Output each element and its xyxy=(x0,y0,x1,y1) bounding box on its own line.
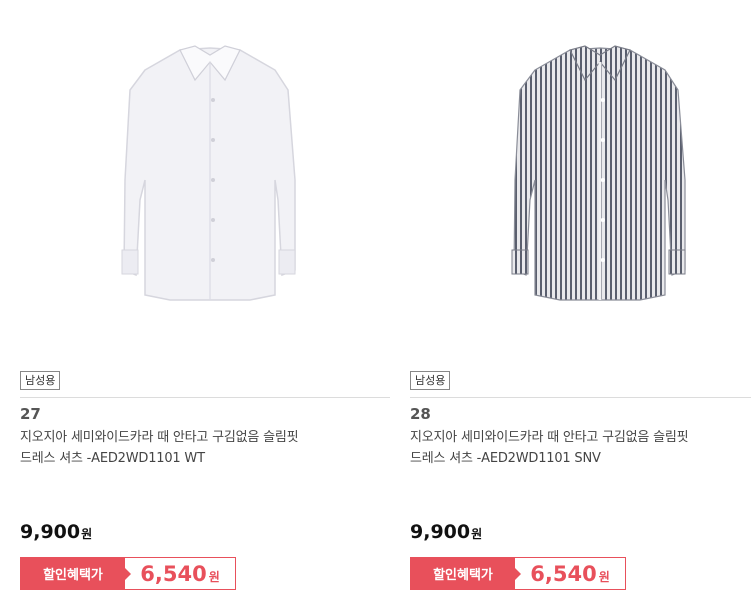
discount-price: 6,540 원 xyxy=(125,562,235,586)
price-unit: 원 xyxy=(81,527,93,541)
product-price: 9,900원 xyxy=(410,521,482,543)
product-title[interactable]: 지오지아 세미와이드카라 때 안타고 구김없음 슬림핏 드레스 셔츠 -AED2… xyxy=(20,427,375,469)
product-title-line2[interactable]: 드레스 셔츠 -AED2WD1101 WT xyxy=(20,448,375,469)
discount-price-unit: 원 xyxy=(598,569,610,584)
product-price: 9,900원 xyxy=(20,521,92,543)
target-tag: 남성용 xyxy=(410,371,451,390)
discount-label: 할인혜택가 xyxy=(21,558,131,589)
product-title[interactable]: 지오지아 세미와이드카라 때 안타고 구김없음 슬림핏 드레스 셔츠 -AED2… xyxy=(410,427,751,469)
rank-number: 27 xyxy=(20,405,41,423)
discount-price-value: 6,540 xyxy=(530,561,597,586)
product-image-white-shirt[interactable] xyxy=(20,0,390,360)
discount-price-box: 할인혜택가 6,540 원 xyxy=(410,557,626,590)
product-title-line1[interactable]: 지오지아 세미와이드카라 때 안타고 구김없음 슬림핏 xyxy=(410,427,751,448)
price-value: 9,900 xyxy=(20,521,81,543)
product-title-line2[interactable]: 드레스 셔츠 -AED2WD1101 SNV xyxy=(410,448,751,469)
price-value: 9,900 xyxy=(410,521,471,543)
discount-price: 6,540 원 xyxy=(515,562,625,586)
divider xyxy=(20,397,390,398)
price-unit: 원 xyxy=(471,527,483,541)
discount-price-value: 6,540 xyxy=(140,561,207,586)
target-tag: 남성용 xyxy=(20,371,61,390)
product-title-line1[interactable]: 지오지아 세미와이드카라 때 안타고 구김없음 슬림핏 xyxy=(20,427,375,448)
product-card[interactable]: 남성용 28 지오지아 세미와이드카라 때 안타고 구김없음 슬림핏 드레스 셔… xyxy=(410,0,751,600)
discount-price-unit: 원 xyxy=(208,569,220,584)
product-card[interactable]: 남성용 27 지오지아 세미와이드카라 때 안타고 구김없음 슬림핏 드레스 셔… xyxy=(20,0,390,600)
product-image-striped-shirt[interactable] xyxy=(410,0,751,360)
discount-label: 할인혜택가 xyxy=(411,558,521,589)
divider xyxy=(410,397,751,398)
discount-price-box: 할인혜택가 6,540 원 xyxy=(20,557,236,590)
rank-number: 28 xyxy=(410,405,431,423)
